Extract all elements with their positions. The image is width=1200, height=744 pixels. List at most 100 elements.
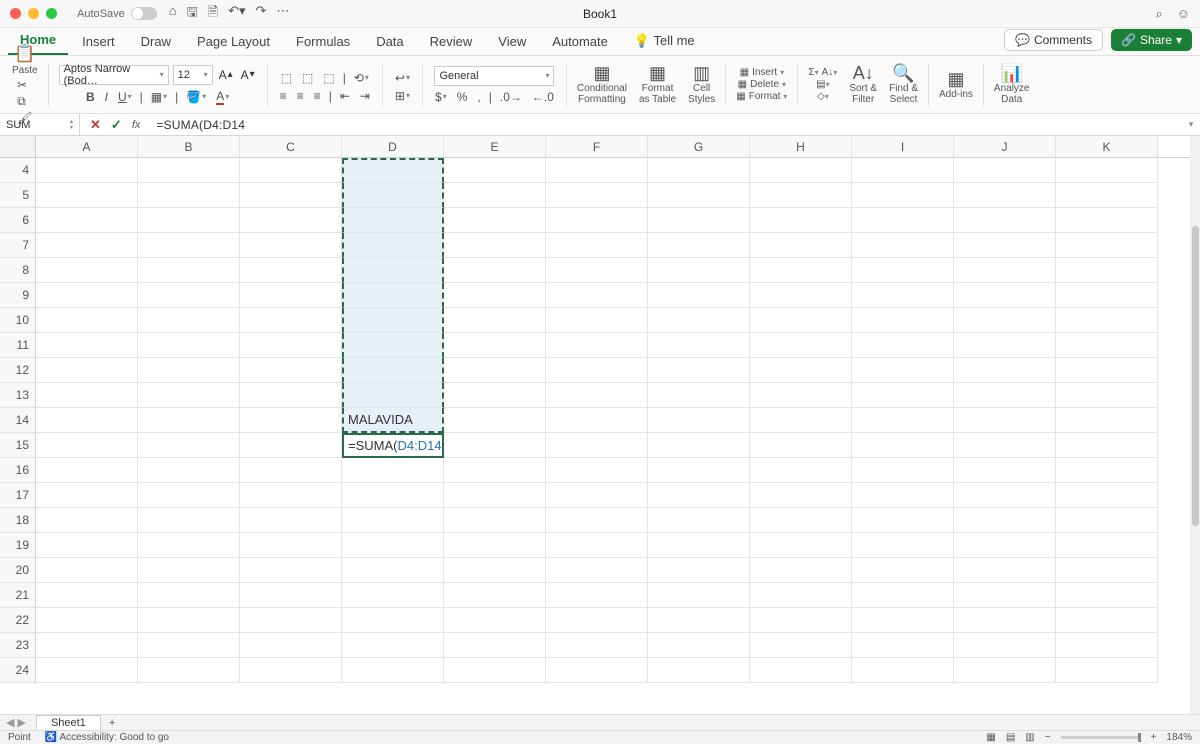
- zoom-out-icon[interactable]: −: [1045, 732, 1051, 743]
- row-header[interactable]: 12: [0, 358, 36, 383]
- column-header[interactable]: J: [954, 136, 1056, 157]
- comments-button[interactable]: 💬 Comments: [1004, 29, 1103, 51]
- cell[interactable]: [648, 658, 750, 683]
- analyze-data-button[interactable]: 📊Analyze Data: [994, 64, 1030, 105]
- fill-icon[interactable]: ▤▾: [816, 79, 829, 90]
- cell[interactable]: [546, 633, 648, 658]
- add-sheet-button[interactable]: +: [101, 717, 123, 729]
- cell[interactable]: [750, 258, 852, 283]
- row-header[interactable]: 24: [0, 658, 36, 683]
- cell[interactable]: [138, 583, 240, 608]
- cell[interactable]: [546, 358, 648, 383]
- wrap-text-icon[interactable]: ↩▾: [393, 71, 412, 85]
- cell[interactable]: [342, 633, 444, 658]
- cell[interactable]: [138, 458, 240, 483]
- cell[interactable]: [750, 358, 852, 383]
- home-icon[interactable]: ⌂: [169, 3, 177, 25]
- row-header[interactable]: 15: [0, 433, 36, 458]
- cell[interactable]: [138, 358, 240, 383]
- switch-icon[interactable]: [131, 7, 157, 20]
- expand-formula-icon[interactable]: ▾: [1182, 119, 1200, 130]
- conditional-formatting-button[interactable]: ▦Conditional Formatting: [577, 64, 627, 105]
- addins-button[interactable]: ▦Add-ins: [939, 70, 973, 100]
- zoom-slider[interactable]: [1061, 736, 1141, 739]
- cell[interactable]: [342, 583, 444, 608]
- cell[interactable]: [444, 508, 546, 533]
- cell[interactable]: [138, 258, 240, 283]
- cell[interactable]: [852, 633, 954, 658]
- cell[interactable]: [546, 508, 648, 533]
- cell[interactable]: [36, 158, 138, 183]
- merge-icon[interactable]: ⊞▾: [393, 89, 412, 103]
- column-header[interactable]: C: [240, 136, 342, 157]
- cell[interactable]: [36, 383, 138, 408]
- save-icon[interactable]: 🖫: [187, 3, 198, 25]
- cell[interactable]: [342, 258, 444, 283]
- cell[interactable]: [750, 633, 852, 658]
- enter-icon[interactable]: ✓: [111, 117, 122, 133]
- row-header[interactable]: 8: [0, 258, 36, 283]
- cell[interactable]: [1056, 408, 1158, 433]
- cell[interactable]: [648, 408, 750, 433]
- row-header[interactable]: 16: [0, 458, 36, 483]
- cell[interactable]: [1056, 433, 1158, 458]
- cell[interactable]: [852, 408, 954, 433]
- cell[interactable]: [546, 258, 648, 283]
- cell[interactable]: [750, 308, 852, 333]
- cell[interactable]: [546, 533, 648, 558]
- tab-formulas[interactable]: Formulas: [284, 28, 362, 55]
- tab-page-layout[interactable]: Page Layout: [185, 28, 282, 55]
- cell[interactable]: =SUMA(D4:D14: [342, 433, 444, 458]
- currency-icon[interactable]: $▾: [433, 90, 449, 104]
- cell[interactable]: [648, 633, 750, 658]
- row-header[interactable]: 7: [0, 233, 36, 258]
- row-header[interactable]: 19: [0, 533, 36, 558]
- cell[interactable]: [852, 583, 954, 608]
- cell[interactable]: [648, 233, 750, 258]
- indent-decrease-icon[interactable]: ⇤: [338, 89, 352, 103]
- column-header[interactable]: H: [750, 136, 852, 157]
- view-break-icon[interactable]: ▥: [1025, 732, 1034, 743]
- cell[interactable]: [444, 483, 546, 508]
- cell[interactable]: [342, 208, 444, 233]
- zoom-in-icon[interactable]: +: [1151, 732, 1157, 743]
- cell[interactable]: [750, 433, 852, 458]
- search-icon[interactable]: ⌕: [1155, 6, 1162, 22]
- cell[interactable]: [342, 458, 444, 483]
- tab-data[interactable]: Data: [364, 28, 415, 55]
- cut-icon[interactable]: ✂: [17, 78, 32, 92]
- format-cells-button[interactable]: ▦ Format ▾: [736, 91, 787, 102]
- cell[interactable]: [342, 358, 444, 383]
- cell[interactable]: [546, 458, 648, 483]
- align-right-icon[interactable]: ≡: [312, 89, 323, 103]
- cell-styles-button[interactable]: ▥Cell Styles: [688, 64, 715, 105]
- maximize-window-icon[interactable]: [46, 8, 57, 19]
- cell[interactable]: [1056, 158, 1158, 183]
- cell[interactable]: [240, 583, 342, 608]
- cell[interactable]: [36, 633, 138, 658]
- row-header[interactable]: 11: [0, 333, 36, 358]
- sort-filter-button[interactable]: A↓Sort & Filter: [849, 64, 877, 105]
- cell[interactable]: [648, 333, 750, 358]
- cell[interactable]: [954, 158, 1056, 183]
- fx-icon[interactable]: fx: [132, 119, 141, 131]
- cell[interactable]: [954, 258, 1056, 283]
- cell[interactable]: [954, 483, 1056, 508]
- row-header[interactable]: 10: [0, 308, 36, 333]
- minimize-window-icon[interactable]: [28, 8, 39, 19]
- cell[interactable]: [648, 608, 750, 633]
- cell[interactable]: [954, 458, 1056, 483]
- tab-insert[interactable]: Insert: [70, 28, 127, 55]
- cell[interactable]: [342, 333, 444, 358]
- cell[interactable]: [36, 208, 138, 233]
- row-header[interactable]: 21: [0, 583, 36, 608]
- cell[interactable]: [1056, 358, 1158, 383]
- cell[interactable]: [138, 158, 240, 183]
- cell[interactable]: [852, 608, 954, 633]
- cell[interactable]: [546, 183, 648, 208]
- increase-font-icon[interactable]: A▴: [217, 68, 235, 82]
- cell[interactable]: [240, 608, 342, 633]
- cell[interactable]: [138, 633, 240, 658]
- cell[interactable]: [648, 158, 750, 183]
- cell[interactable]: [954, 608, 1056, 633]
